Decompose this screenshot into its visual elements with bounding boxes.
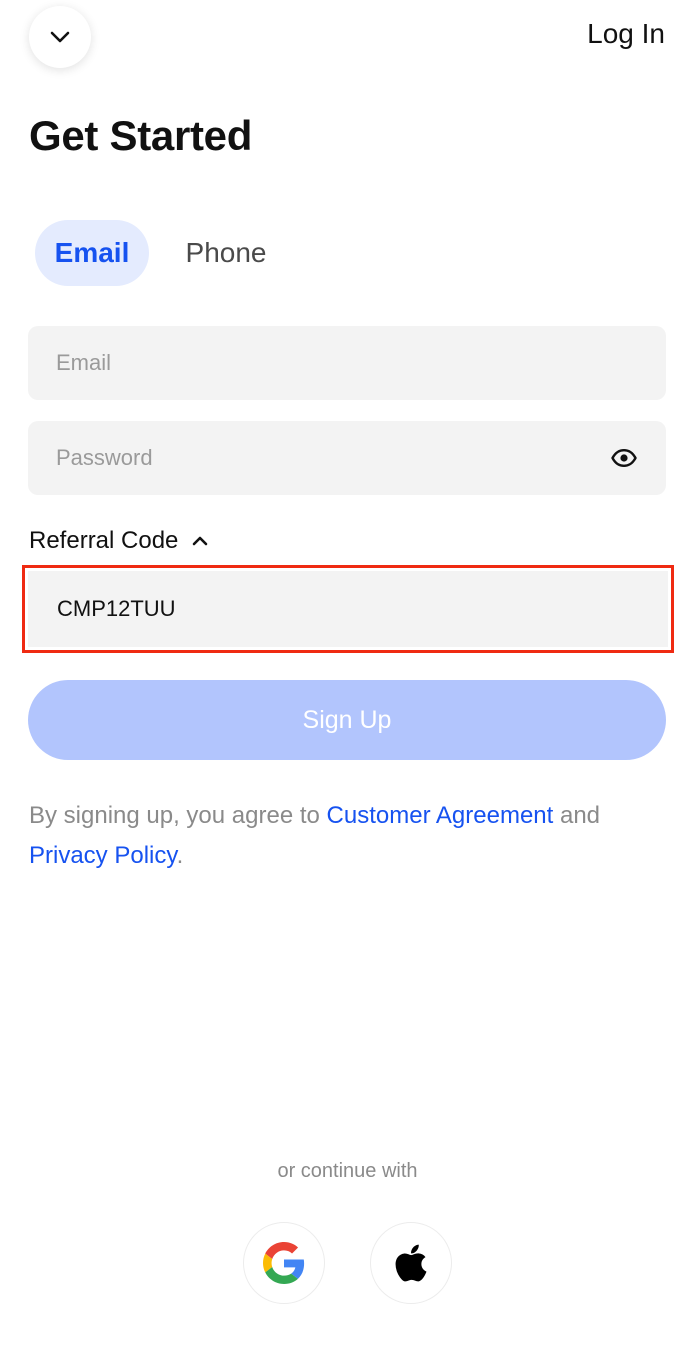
referral-code-input[interactable]: CMP12TUU <box>28 571 668 647</box>
login-link[interactable]: Log In <box>587 18 665 50</box>
referral-code-label: Referral Code <box>29 527 179 554</box>
google-sign-in-button[interactable] <box>243 1222 325 1304</box>
apple-icon <box>395 1244 427 1282</box>
eye-icon[interactable] <box>610 444 638 472</box>
page-title: Get Started <box>29 112 253 159</box>
privacy-policy-link[interactable]: Privacy Policy <box>29 842 177 869</box>
terms-middle: and <box>553 802 601 829</box>
terms-suffix: . <box>176 842 184 869</box>
terms-text: By signing up, you agree to Customer Agr… <box>29 796 669 876</box>
customer-agreement-link[interactable]: Customer Agreement <box>327 802 554 829</box>
chevron-down-icon <box>50 31 70 43</box>
referral-code-value: CMP12TUU <box>57 596 176 621</box>
sign-up-button[interactable]: Sign Up <box>28 680 666 760</box>
terms-prefix: By signing up, you agree to <box>29 802 327 829</box>
password-field[interactable]: Password <box>28 421 666 495</box>
google-icon <box>263 1242 305 1284</box>
apple-sign-in-button[interactable] <box>370 1222 452 1304</box>
continue-with-text: or continue with <box>277 1160 418 1182</box>
referral-code-highlight: CMP12TUU <box>22 565 674 653</box>
referral-code-toggle[interactable]: Referral Code <box>29 527 208 555</box>
tab-phone-label: Phone <box>185 237 267 268</box>
tab-phone[interactable]: Phone <box>161 220 291 286</box>
chevron-up-icon <box>193 536 208 546</box>
back-button[interactable] <box>29 6 91 68</box>
password-placeholder: Password <box>56 445 153 470</box>
tab-email-label: Email <box>54 237 130 268</box>
email-field[interactable]: Email <box>28 326 666 400</box>
tab-email[interactable]: Email <box>35 220 149 286</box>
email-placeholder: Email <box>56 350 112 375</box>
